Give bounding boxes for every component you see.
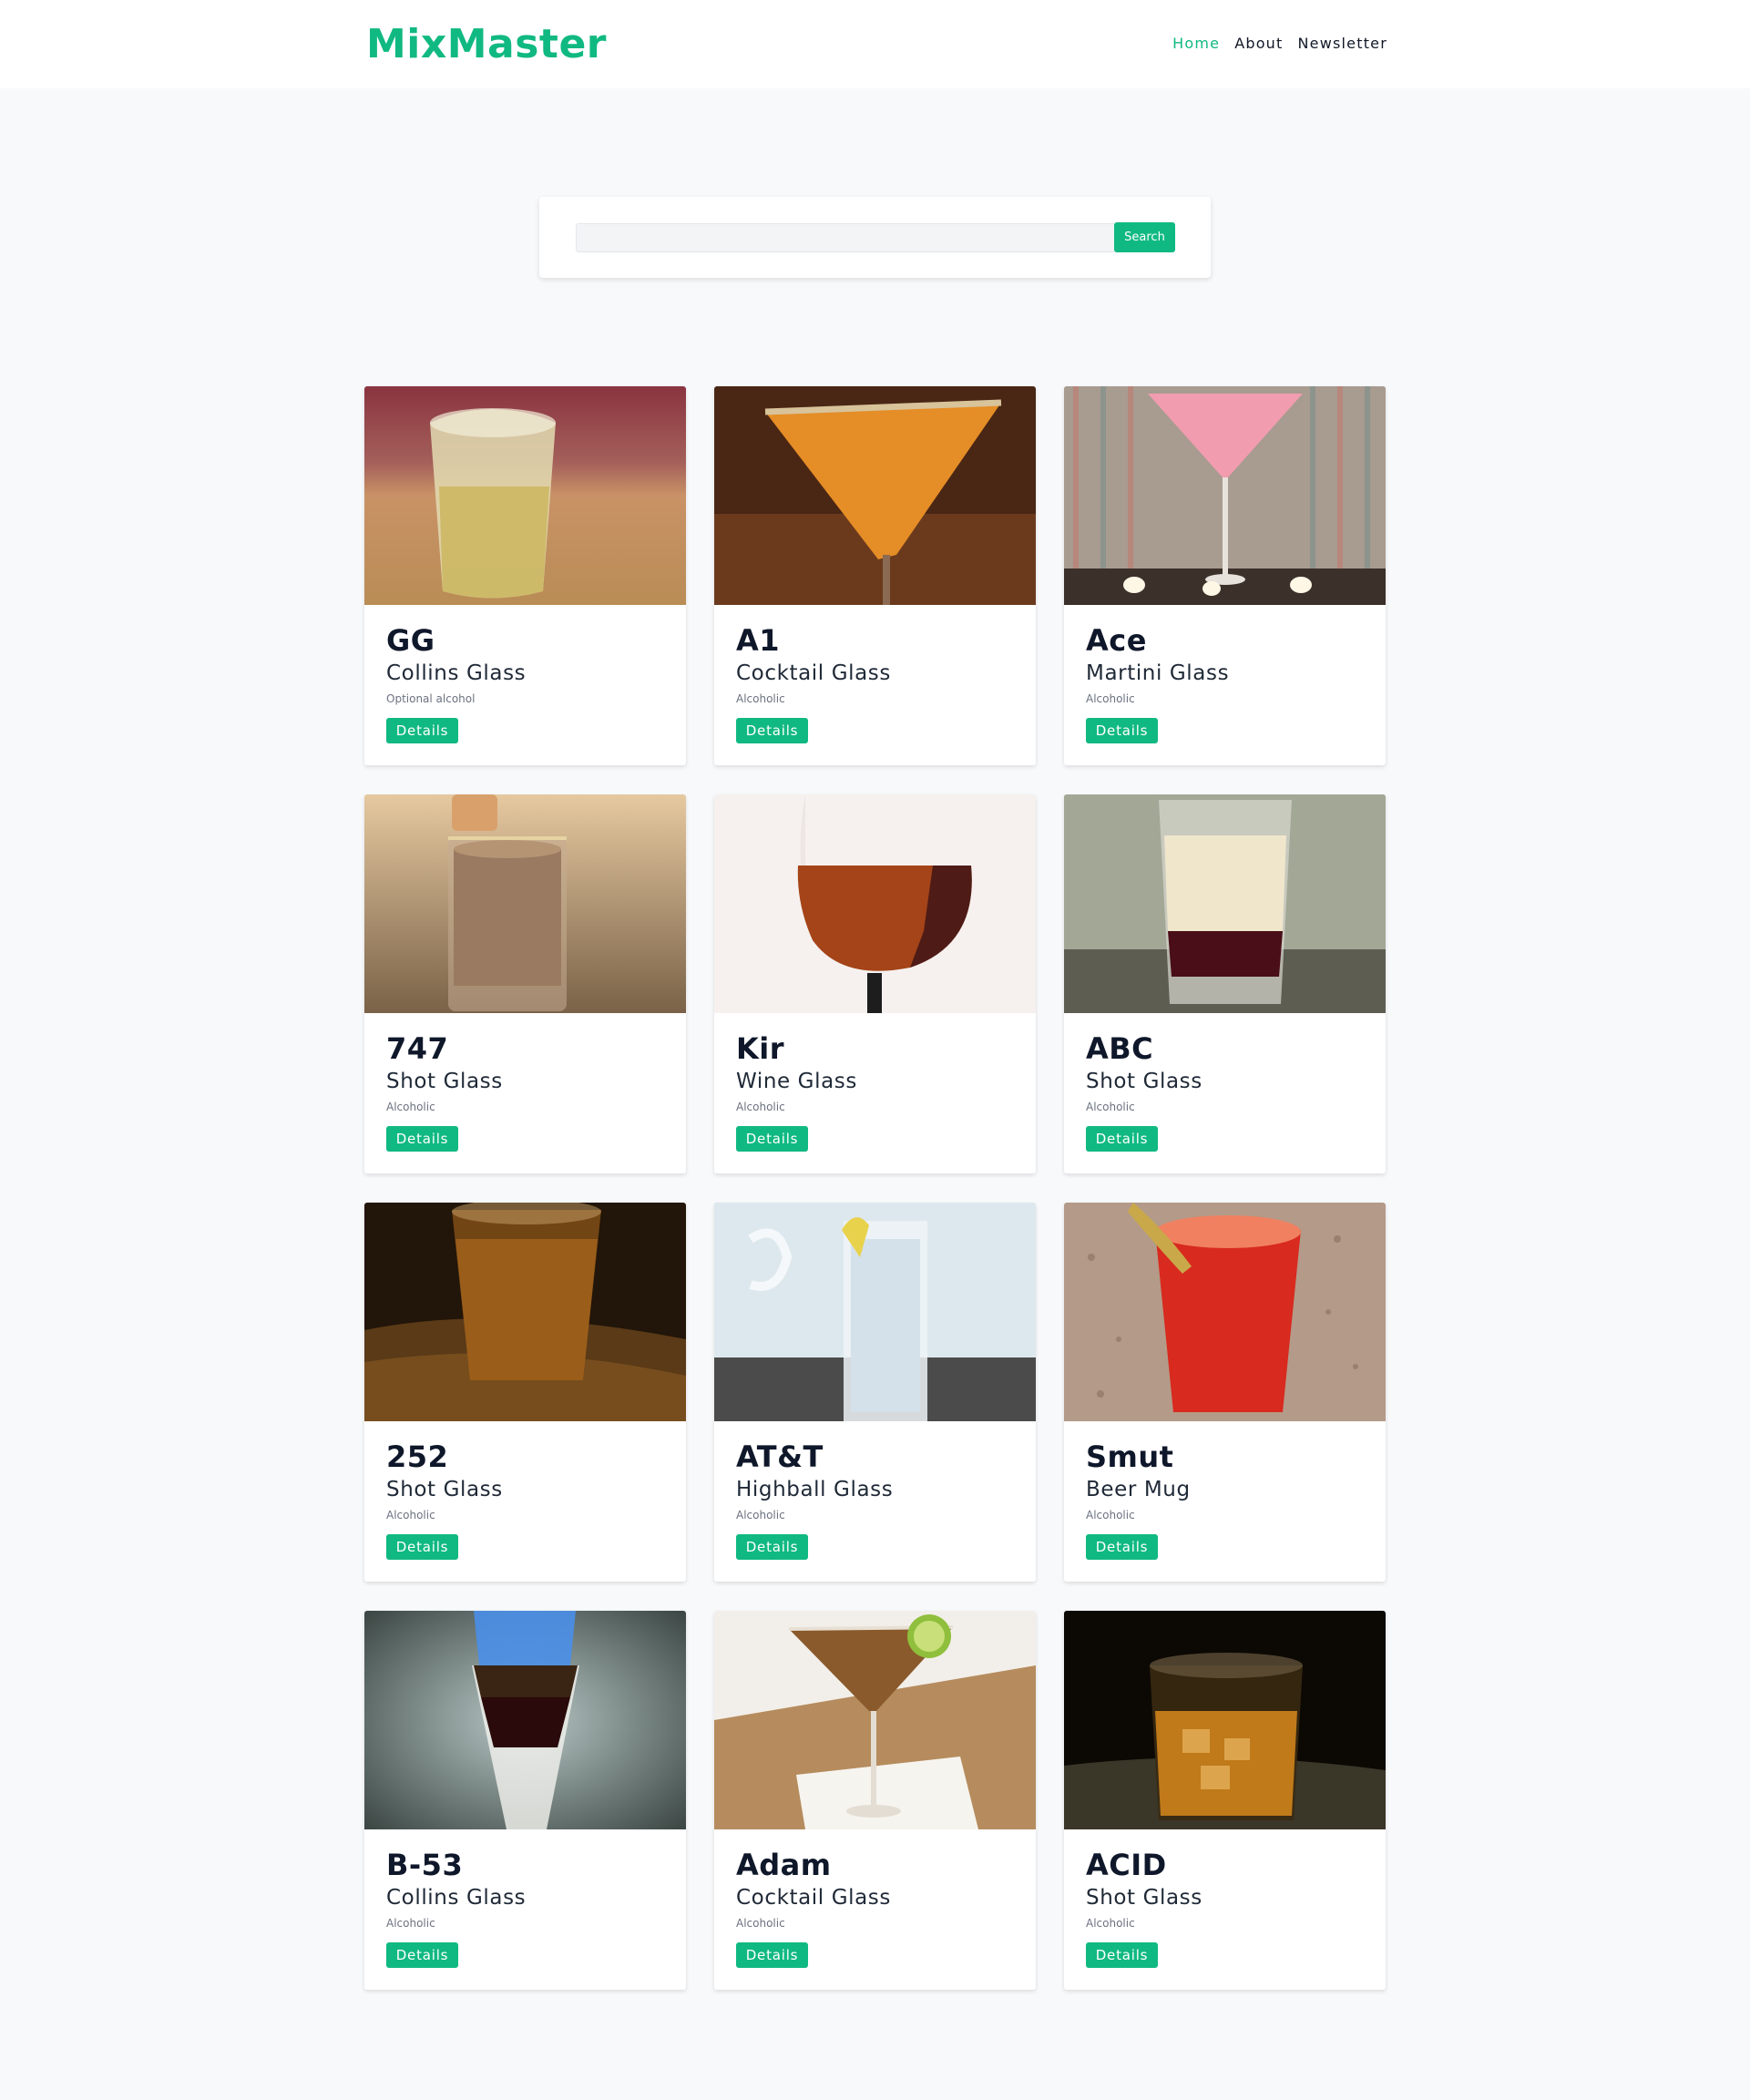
details-button[interactable]: Details [1086,718,1158,743]
drink-image[interactable] [1064,1611,1386,1829]
drink-name: 747 [386,1031,449,1066]
drink-card: Adam Cocktail Glass Alcoholic Details [714,1611,1036,1990]
drink-name: 252 [386,1439,449,1474]
nav-home-link[interactable]: Home [1172,35,1220,52]
drink-alcohol-type: Alcoholic [386,1917,435,1930]
details-button[interactable]: Details [386,1942,458,1968]
details-button[interactable]: Details [1086,1126,1158,1152]
drink-card: ABC Shot Glass Alcoholic Details [1064,794,1386,1173]
nav-newsletter-link[interactable]: Newsletter [1298,35,1388,52]
drink-alcohol-type: Alcoholic [1086,692,1135,705]
details-button[interactable]: Details [736,1126,808,1152]
drink-card: GG Collins Glass Optional alcohol Detail… [364,386,686,765]
drink-alcohol-type: Alcoholic [736,692,785,705]
drink-name: A1 [736,623,781,658]
search-panel: Search [539,197,1211,278]
drink-name: ACID [1086,1848,1167,1882]
drink-alcohol-type: Alcoholic [386,1509,435,1521]
drink-image[interactable] [1064,386,1386,605]
drink-glass: Cocktail Glass [736,661,891,685]
drink-alcohol-type: Alcoholic [1086,1509,1135,1521]
drink-glass: Cocktail Glass [736,1886,891,1910]
details-button[interactable]: Details [386,1126,458,1152]
details-button[interactable]: Details [736,718,808,743]
drink-glass: Shot Glass [386,1070,503,1093]
drink-image[interactable] [364,794,686,1013]
drink-alcohol-type: Alcoholic [1086,1101,1135,1113]
drink-glass: Collins Glass [386,661,527,685]
drink-glass: Beer Mug [1086,1478,1191,1501]
drink-image[interactable] [1064,1203,1386,1421]
drink-image[interactable] [714,1611,1036,1829]
drink-card: Smut Beer Mug Alcoholic Details [1064,1203,1386,1582]
drink-name: AT&T [736,1439,824,1474]
drink-alcohol-type: Alcoholic [386,1101,435,1113]
drink-image[interactable] [714,1203,1036,1421]
drink-card: Kir Wine Glass Alcoholic Details [714,794,1036,1173]
drink-name: Ace [1086,623,1147,658]
details-button[interactable]: Details [1086,1534,1158,1560]
drink-card: Ace Martini Glass Alcoholic Details [1064,386,1386,765]
drink-image[interactable] [1064,794,1386,1013]
drink-glass: Collins Glass [386,1886,527,1910]
drink-image[interactable] [364,1611,686,1829]
nav-links: Home About Newsletter [1172,35,1387,52]
drink-card: A1 Cocktail Glass Alcoholic Details [714,386,1036,765]
details-button[interactable]: Details [736,1534,808,1560]
drink-image[interactable] [364,386,686,605]
nav-about-link[interactable]: About [1234,35,1283,52]
drink-alcohol-type: Alcoholic [736,1101,785,1113]
details-button[interactable]: Details [1086,1942,1158,1968]
drink-alcohol-type: Alcoholic [736,1509,785,1521]
drink-alcohol-type: Alcoholic [736,1917,785,1930]
drink-alcohol-type: Optional alcohol [386,692,476,705]
drink-glass: Highball Glass [736,1478,894,1501]
drink-glass: Shot Glass [386,1478,503,1501]
drink-image[interactable] [714,386,1036,605]
drink-card: 252 Shot Glass Alcoholic Details [364,1203,686,1582]
drink-card: ACID Shot Glass Alcoholic Details [1064,1611,1386,1990]
drink-name: B-53 [386,1848,464,1882]
drink-glass: Wine Glass [736,1070,857,1093]
search-input[interactable] [576,223,1116,252]
brand-logo[interactable]: MixMaster [366,21,607,67]
details-button[interactable]: Details [386,718,458,743]
drink-card: AT&T Highball Glass Alcoholic Details [714,1203,1036,1582]
drink-glass: Shot Glass [1086,1070,1202,1093]
drink-name: Kir [736,1031,785,1066]
drink-card: B-53 Collins Glass Alcoholic Details [364,1611,686,1990]
drink-image[interactable] [714,794,1036,1013]
search-button[interactable]: Search [1114,222,1175,252]
details-button[interactable]: Details [386,1534,458,1560]
drink-card: 747 Shot Glass Alcoholic Details [364,794,686,1173]
drink-name: Adam [736,1848,832,1882]
drinks-grid: GG Collins Glass Optional alcohol Detail… [364,386,1387,1990]
drink-glass: Martini Glass [1086,661,1230,685]
drink-name: ABC [1086,1031,1154,1066]
drink-image[interactable] [364,1203,686,1421]
navbar: MixMaster Home About Newsletter [0,0,1750,88]
drink-glass: Shot Glass [1086,1886,1202,1910]
details-button[interactable]: Details [736,1942,808,1968]
drink-alcohol-type: Alcoholic [1086,1917,1135,1930]
drink-name: GG [386,623,435,658]
drink-name: Smut [1086,1439,1174,1474]
